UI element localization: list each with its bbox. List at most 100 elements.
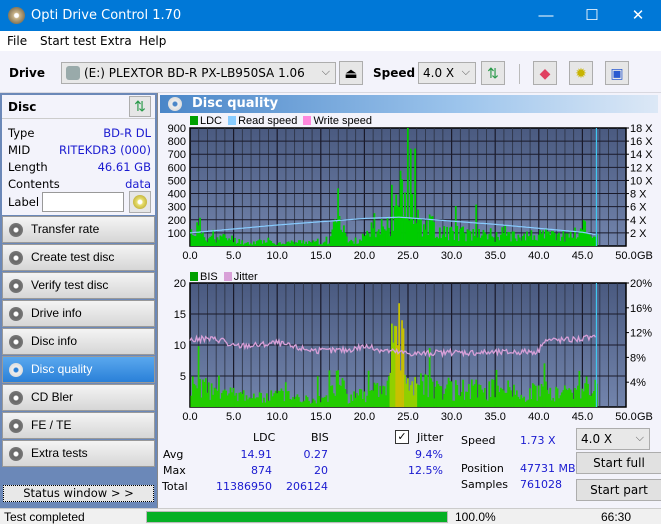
- progress-label: 100.0%: [455, 510, 496, 524]
- field-label: Length: [8, 160, 48, 174]
- y2-tick-label: 16 X: [630, 136, 653, 148]
- disc-gear-icon: [9, 307, 23, 321]
- col-bis: BIS: [311, 431, 329, 444]
- settings-icon: ✹: [575, 65, 587, 81]
- save-icon: ▣: [610, 65, 624, 81]
- nav-item-extra-tests[interactable]: Extra tests: [2, 440, 155, 467]
- y-tick-label: 500: [168, 175, 186, 187]
- speed-label: Speed: [373, 66, 416, 80]
- speed-select[interactable]: 4.0 X ⌵: [418, 62, 476, 84]
- position-value: 47731 MB: [520, 462, 576, 475]
- nav-item-verify-test-disc[interactable]: Verify test disc: [2, 272, 155, 299]
- disc-gear-icon: [9, 335, 23, 349]
- panel-title: Disc quality: [192, 96, 279, 111]
- x-tick-label: 0.0: [182, 250, 197, 262]
- progress-bar: [146, 511, 448, 523]
- eject-button[interactable]: ⏏: [339, 61, 363, 85]
- avg-bis: 0.27: [303, 448, 329, 461]
- settings-button[interactable]: ✹: [569, 61, 593, 85]
- y-tick-label: 10: [174, 340, 186, 352]
- field-value: BD-R DL: [103, 126, 151, 140]
- test-speed-select[interactable]: 4.0 X ⌵: [576, 428, 650, 450]
- x-tick-label: 35.0: [484, 250, 505, 262]
- disc-gear-icon: [9, 279, 23, 293]
- field-label: Type: [8, 126, 35, 140]
- disc-gear-icon: [9, 391, 23, 405]
- menu-file[interactable]: File: [7, 34, 27, 48]
- nav-item-label: CD Bler: [31, 390, 74, 404]
- x-tick-label: 15.0: [310, 411, 331, 423]
- x-tick-label: 15.0: [310, 250, 331, 262]
- close-button[interactable]: ✕: [615, 0, 661, 31]
- erase-button[interactable]: ◆: [533, 61, 557, 85]
- row-avg-label: Avg: [163, 448, 184, 461]
- nav-item-label: Verify test disc: [31, 278, 109, 292]
- speed-value: 4.0 X: [423, 66, 455, 80]
- nav-item-create-test-disc[interactable]: Create test disc: [2, 244, 155, 271]
- status-window-button[interactable]: Status window > >: [3, 485, 154, 502]
- row-total-label: Total: [162, 480, 188, 493]
- nav-item-label: FE / TE: [31, 418, 72, 432]
- y-tick-label: 300: [168, 202, 186, 214]
- disc-gear-icon: [9, 419, 23, 433]
- speed-stat-value: 1.73 X: [520, 434, 556, 447]
- y-tick-label: 100: [168, 228, 186, 240]
- progress-fill: [147, 512, 447, 522]
- y-tick-label: 900: [168, 123, 186, 135]
- jitter-checkbox[interactable]: ✓: [395, 430, 409, 444]
- eject-icon: ⏏: [344, 65, 358, 81]
- col-jitter: Jitter: [417, 431, 444, 444]
- nav-item-drive-info[interactable]: Drive info: [2, 300, 155, 327]
- status-text: Test completed: [4, 510, 85, 524]
- nav-item-cd-bler[interactable]: CD Bler: [2, 384, 155, 411]
- start-part-button[interactable]: Start part: [576, 479, 661, 501]
- save-button[interactable]: ▣: [605, 61, 629, 85]
- x-tick-label: 50.0: [615, 250, 636, 262]
- drive-select[interactable]: (E:) PLEXTOR BD-R PX-LB950SA 1.06 ⌵: [61, 62, 336, 84]
- x-tick-label: 25.0: [397, 411, 418, 423]
- x-axis-unit: GB: [637, 411, 653, 423]
- nav-item-disc-info[interactable]: Disc info: [2, 328, 155, 355]
- disc-panel: Disc ⇅ Type BD-R DL MID RITEKDR3 (000) Len…: [2, 95, 155, 215]
- samples-value: 761028: [520, 478, 562, 491]
- x-tick-label: 5.0: [226, 250, 241, 262]
- minimize-button[interactable]: —: [523, 0, 569, 31]
- ldc-chart: 100200300400 500600700800900 2 X4 X6 X8 X 1…: [168, 123, 654, 262]
- col-ldc: LDC: [253, 431, 276, 444]
- app-disc-icon: [8, 7, 25, 24]
- y-tick-label: 200: [168, 215, 186, 227]
- y-tick-label: 800: [168, 136, 186, 148]
- chevron-down-icon: ⌵: [635, 431, 644, 444]
- label-input[interactable]: [42, 192, 124, 212]
- chevron-down-icon: ⌵: [461, 65, 470, 78]
- maximize-button[interactable]: ☐: [569, 0, 615, 31]
- disc-type-row: Type BD-R DL: [8, 126, 151, 140]
- y-tick-label: 5: [180, 371, 186, 383]
- field-value: 46.61 GB: [97, 160, 151, 174]
- nav-item-label: Transfer rate: [31, 222, 100, 236]
- disc-length-row: Length 46.61 GB: [8, 160, 151, 174]
- disc-gear-icon: [9, 251, 23, 265]
- menu-extra[interactable]: Extra: [100, 34, 132, 48]
- y-tick-label: 600: [168, 162, 186, 174]
- nav-item-transfer-rate[interactable]: Transfer rate: [2, 216, 155, 243]
- refresh-button[interactable]: ⇅: [481, 61, 505, 85]
- disc-refresh-button[interactable]: ⇅: [129, 96, 151, 117]
- avg-ldc: 14.91: [240, 448, 273, 461]
- toolbar-separator: [519, 64, 520, 84]
- disc-gear-icon: [9, 223, 23, 237]
- nav-item-disc-quality[interactable]: Disc quality: [2, 356, 155, 383]
- max-bis: 20: [314, 464, 328, 477]
- chevron-down-icon: ⌵: [321, 65, 330, 78]
- max-jitter: 12.5%: [408, 464, 443, 477]
- label-disc-button[interactable]: [129, 191, 151, 213]
- start-full-button[interactable]: Start full: [576, 452, 661, 474]
- row-max-label: Max: [163, 464, 186, 477]
- menu-start-test[interactable]: Start test: [40, 34, 96, 48]
- x-tick-label: 45.0: [572, 411, 593, 423]
- nav-item-fe-te[interactable]: FE / TE: [2, 412, 155, 439]
- refresh-icon: ⇅: [134, 98, 146, 114]
- menu-help[interactable]: Help: [139, 34, 166, 48]
- x-tick-label: 40.0: [528, 250, 549, 262]
- x-tick-label: 20.0: [354, 411, 375, 423]
